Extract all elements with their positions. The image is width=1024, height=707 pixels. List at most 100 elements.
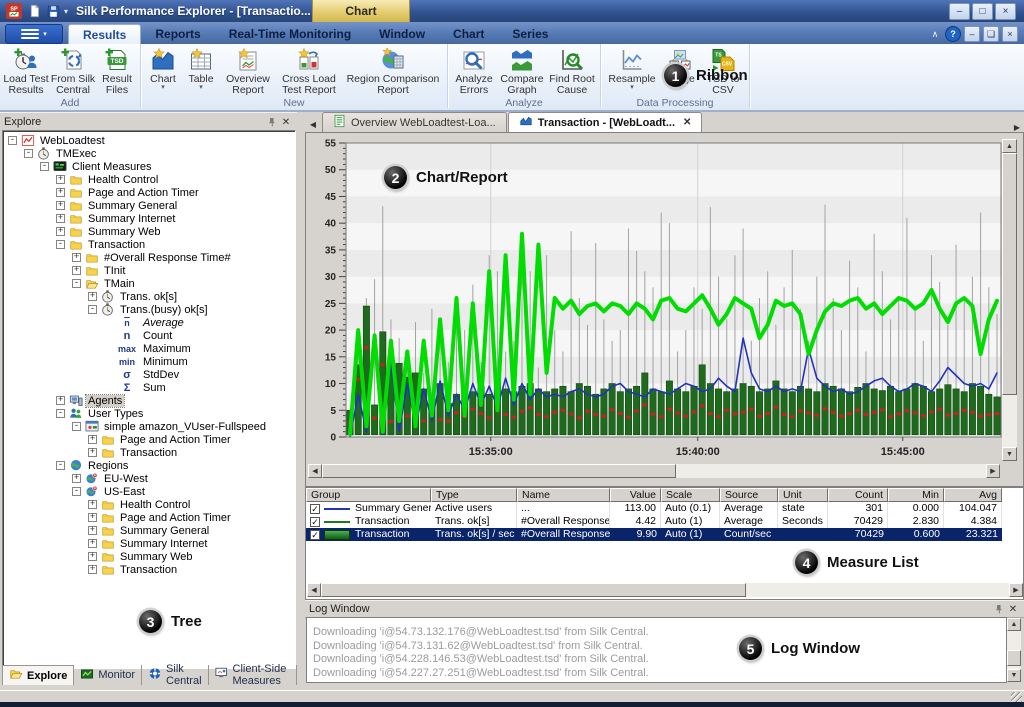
- tree-item-page-and-action-timer[interactable]: +Page and Action Timer: [3, 433, 295, 446]
- tree-item-user-types[interactable]: -User Types: [3, 407, 295, 420]
- tree-collapse-icon[interactable]: -: [24, 149, 33, 158]
- tree-item-transaction[interactable]: -Transaction: [3, 238, 295, 251]
- tree-item-health-control[interactable]: +Health Control: [3, 173, 295, 186]
- overview-report-button[interactable]: Overview Report: [220, 45, 276, 97]
- help-icon[interactable]: ?: [945, 26, 961, 42]
- tree-expand-icon[interactable]: +: [88, 448, 97, 457]
- tree-item-summary-general[interactable]: +Summary General: [3, 199, 295, 212]
- tree-item-client-measures[interactable]: -Client Measures: [3, 160, 295, 173]
- tree-item-maximum[interactable]: maxMaximum: [3, 342, 295, 355]
- ribbon-tab-series[interactable]: Series: [498, 24, 562, 44]
- document-tab-overview-webloadtest-loa[interactable]: Overview WebLoadtest-Loa...: [322, 112, 507, 132]
- ribbon-tab-real-time-monitoring[interactable]: Real-Time Monitoring: [215, 24, 365, 44]
- tab-scroll-left-icon[interactable]: ◀: [306, 116, 320, 132]
- maximize-button[interactable]: □: [972, 3, 993, 20]
- tree-collapse-icon[interactable]: -: [72, 279, 81, 288]
- document-tab-transaction-webloadt[interactable]: Transaction - [WebLoadt...✕: [508, 112, 703, 132]
- child-minimize-button[interactable]: –: [964, 26, 980, 42]
- child-restore-button[interactable]: ❏: [983, 26, 999, 42]
- panel-tab-monitor[interactable]: Monitor: [74, 665, 142, 685]
- tree-expand-icon[interactable]: +: [56, 214, 65, 223]
- child-close-button[interactable]: ×: [1002, 26, 1018, 42]
- close-button[interactable]: ×: [995, 3, 1016, 20]
- tree-item-tmexec[interactable]: -TMExec: [3, 147, 295, 160]
- tree-collapse-icon[interactable]: -: [40, 162, 49, 171]
- ribbon-tab-reports[interactable]: Reports: [141, 24, 214, 44]
- tree-collapse-icon[interactable]: -: [56, 240, 65, 249]
- tree-item-simple-amazon-vuser-fullspeed[interactable]: -simple amazon_VUser-Fullspeed: [3, 420, 295, 433]
- measure-row[interactable]: ✓Summary GeneralActive users...113.00Aut…: [306, 502, 1002, 515]
- compare-graph-button[interactable]: Compare Graph: [497, 45, 547, 97]
- tree-expand-icon[interactable]: +: [72, 253, 81, 262]
- column-header-group[interactable]: Group: [306, 488, 431, 502]
- from-silk-central-button[interactable]: From Silk Central: [49, 45, 97, 97]
- qat-dropdown-icon[interactable]: ▾: [64, 7, 68, 16]
- analyze-errors-button[interactable]: Analyze Errors: [451, 45, 497, 97]
- panel-tab-client-side-measures[interactable]: Client-Side Measures: [209, 665, 297, 685]
- scroll-left-icon[interactable]: ◀: [307, 583, 321, 597]
- chart-plot[interactable]: 051015202530354045505515:35:0015:40:0015…: [306, 133, 1024, 487]
- close-tab-icon[interactable]: ✕: [683, 117, 691, 128]
- column-header-type[interactable]: Type: [431, 488, 517, 502]
- tree-collapse-icon[interactable]: -: [88, 305, 97, 314]
- tree-item-summary-web[interactable]: +Summary Web: [3, 550, 295, 563]
- pin-icon[interactable]: [265, 115, 279, 129]
- open-file-icon[interactable]: [26, 3, 42, 19]
- tree-expand-icon[interactable]: +: [88, 435, 97, 444]
- tree-item-page-and-action-timer[interactable]: +Page and Action Timer: [3, 511, 295, 524]
- column-header-avg[interactable]: Avg: [944, 488, 1002, 502]
- scroll-left-icon[interactable]: ◀: [308, 464, 322, 478]
- scroll-down-icon[interactable]: ▼: [1002, 447, 1017, 461]
- tree-item-trans-ok-s[interactable]: +Trans. ok[s]: [3, 290, 295, 303]
- tree-item-agents[interactable]: +Agents: [3, 394, 295, 407]
- tree-item-sum[interactable]: ΣSum: [3, 381, 295, 394]
- tree-item-page-and-action-timer[interactable]: +Page and Action Timer: [3, 186, 295, 199]
- tree-collapse-icon[interactable]: -: [72, 487, 81, 496]
- tree-item-trans-busy-ok-s[interactable]: -Trans.(busy) ok[s]: [3, 303, 295, 316]
- save-icon[interactable]: [45, 3, 61, 19]
- tree-item-average[interactable]: nAverage: [3, 316, 295, 329]
- table-button[interactable]: Table▾: [182, 45, 220, 97]
- tree-item-health-control[interactable]: +Health Control: [3, 498, 295, 511]
- ribbon-tab-window[interactable]: Window: [365, 24, 439, 44]
- tree-collapse-icon[interactable]: -: [8, 136, 17, 145]
- close-panel-icon[interactable]: ✕: [1006, 602, 1020, 616]
- merge-button[interactable]: Merge▾: [660, 45, 700, 97]
- tree-expand-icon[interactable]: +: [56, 188, 65, 197]
- tree-expand-icon[interactable]: +: [88, 500, 97, 509]
- panel-tab-silk-central[interactable]: Silk Central: [142, 665, 208, 685]
- tree-item-summary-general[interactable]: +Summary General: [3, 524, 295, 537]
- tree-expand-icon[interactable]: +: [56, 396, 65, 405]
- tree-item-webloadtest[interactable]: -WebLoadtest: [3, 134, 295, 147]
- column-header-min[interactable]: Min: [888, 488, 944, 502]
- load-test-results-button[interactable]: Load Test Results: [3, 45, 49, 97]
- ribbon-tab-results[interactable]: Results: [68, 24, 141, 44]
- tree-collapse-icon[interactable]: -: [72, 422, 81, 431]
- collapse-ribbon-icon[interactable]: ∧: [928, 27, 942, 41]
- scroll-up-icon[interactable]: ▲: [1007, 618, 1021, 631]
- scroll-up-icon[interactable]: ▲: [1002, 139, 1017, 153]
- tree-item-transaction[interactable]: +Transaction: [3, 563, 295, 576]
- tree-expand-icon[interactable]: +: [72, 266, 81, 275]
- checkbox-checked[interactable]: ✓: [310, 504, 320, 514]
- tsd-to-csv-button[interactable]: TSCSVTSD to CSV: [700, 45, 746, 97]
- pin-icon[interactable]: [992, 602, 1006, 616]
- column-header-unit[interactable]: Unit: [778, 488, 828, 502]
- tree-item-summary-internet[interactable]: +Summary Internet: [3, 537, 295, 550]
- tree-expand-icon[interactable]: +: [56, 201, 65, 210]
- chart-button[interactable]: Chart▾: [144, 45, 182, 97]
- column-header-source[interactable]: Source: [720, 488, 778, 502]
- tree-expand-icon[interactable]: +: [56, 227, 65, 236]
- panel-tab-explore[interactable]: Explore: [2, 665, 74, 685]
- resample-button[interactable]: Resample▾: [604, 45, 660, 97]
- tree-item-summary-internet[interactable]: +Summary Internet: [3, 212, 295, 225]
- tree-item-regions[interactable]: -Regions: [3, 459, 295, 472]
- resize-grip[interactable]: [1011, 692, 1022, 702]
- tree-expand-icon[interactable]: +: [88, 552, 97, 561]
- region-comparison-report-button[interactable]: Region Comparison Report: [342, 45, 444, 97]
- tree-item-us-east[interactable]: -US-East: [3, 485, 295, 498]
- tree-item-transaction[interactable]: +Transaction: [3, 446, 295, 459]
- tree-expand-icon[interactable]: +: [56, 175, 65, 184]
- tree-collapse-icon[interactable]: -: [56, 409, 65, 418]
- find-root-cause-button[interactable]: Find Root Cause: [547, 45, 597, 97]
